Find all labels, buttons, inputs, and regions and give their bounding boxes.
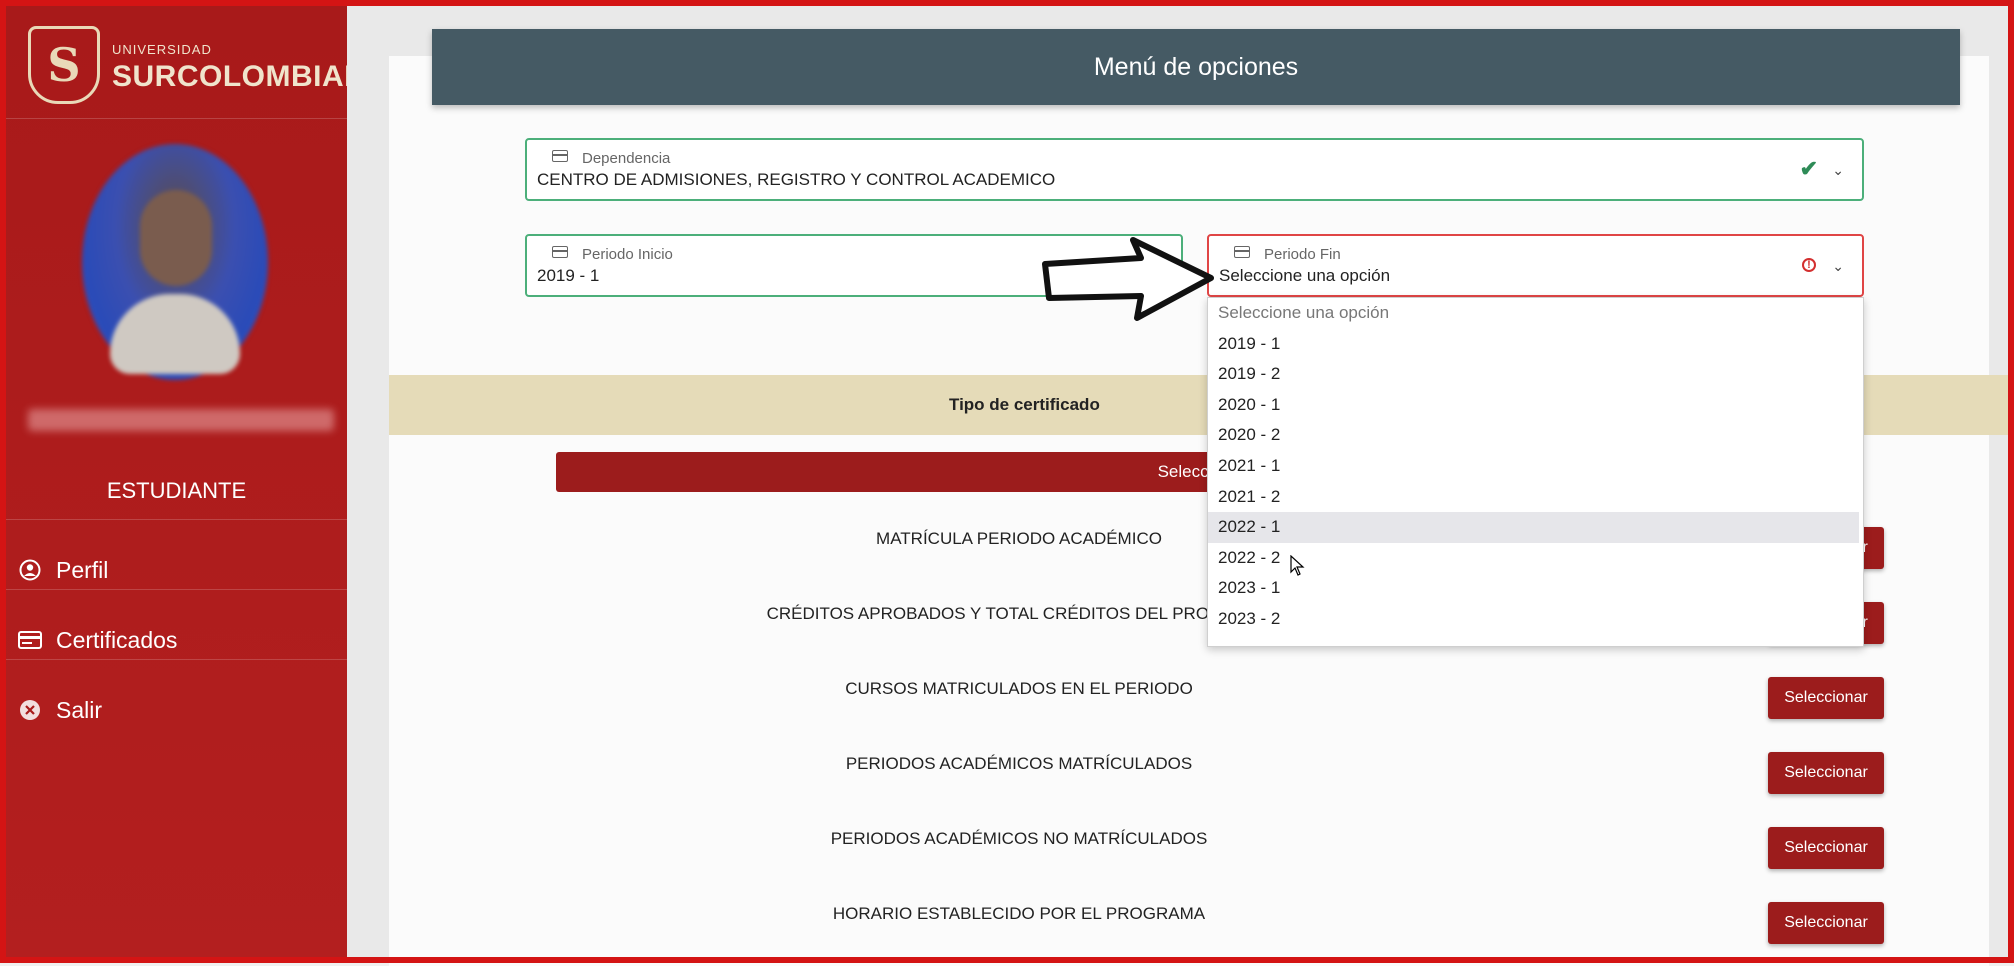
dependencia-select[interactable]: Dependencia CENTRO DE ADMISIONES, REGIST… (525, 138, 1864, 201)
dropdown-option[interactable]: Seleccione una opción (1208, 298, 1863, 329)
field-label: Periodo Inicio (582, 246, 673, 263)
card-icon (1234, 246, 1250, 258)
dropdown-option[interactable]: 2022 - 2 (1208, 543, 1863, 574)
chevron-down-icon: ⌄ (1832, 162, 1844, 178)
annotation-arrow-icon (1042, 237, 1214, 321)
user-circle-icon (18, 558, 42, 582)
divider (6, 659, 347, 660)
nav-item-certificados[interactable]: Certificados (6, 606, 347, 674)
page-header: Menú de opciones (432, 29, 1960, 105)
dropdown-option[interactable]: 2023 - 2 (1208, 604, 1863, 635)
user-role: ESTUDIANTE (106, 478, 247, 503)
nav-item-salir[interactable]: Salir (6, 676, 347, 744)
certificate-name: HORARIO ESTABLECIDO POR EL PROGRAMA (832, 904, 1206, 923)
dropdown-option[interactable]: 2023 - 1 (1208, 573, 1863, 604)
field-label: Periodo Fin (1264, 246, 1341, 263)
university-logo: S UNIVERSIDAD SURCOLOMBIANA (20, 20, 388, 110)
dropdown-option[interactable]: 2019 - 1 (1208, 329, 1863, 360)
dropdown-option[interactable]: 2022 - 1 (1208, 512, 1859, 543)
select-button[interactable]: Seleccionar (1768, 677, 1884, 719)
dropdown-option[interactable]: 2020 - 2 (1208, 420, 1863, 451)
periodo-fin-select[interactable]: Periodo Fin Seleccione una opción ! ⌄ (1207, 234, 1864, 297)
error-icon: ! (1802, 258, 1816, 272)
sidebar: S UNIVERSIDAD SURCOLOMBIANA ESTUDIANTE P… (6, 6, 388, 957)
certificate-name: PERIODOS ACADÉMICOS NO MATRÍCULADOS (830, 829, 1208, 848)
close-circle-icon (18, 698, 42, 722)
field-value: 2019 - 1 (537, 266, 600, 285)
shield-icon: S (28, 26, 100, 104)
periodo-fin-dropdown: Seleccione una opción 2019 - 1 2019 - 2 … (1207, 297, 1864, 647)
dropdown-option[interactable]: 2021 - 2 (1208, 482, 1863, 513)
certificate-name: PERIODOS ACADÉMICOS MATRÍCULADOS (845, 754, 1193, 773)
card-icon (18, 628, 42, 652)
tipo-certificado-label: Tipo de certificado (949, 395, 1100, 414)
user-name-blurred (28, 409, 334, 431)
select-button[interactable]: Seleccionar (1768, 902, 1884, 944)
field-label: Dependencia (582, 150, 671, 167)
nav-label: Perfil (56, 556, 109, 583)
certificate-name: CURSOS MATRICULADOS EN EL PERIODO (845, 679, 1193, 698)
field-value: Seleccione una opción (1219, 266, 1391, 285)
dropdown-option[interactable]: 2019 - 2 (1208, 359, 1863, 390)
card-icon (552, 150, 568, 162)
mouse-cursor-icon (1290, 555, 1305, 576)
divider (6, 118, 347, 119)
select-button[interactable]: Seleccionar (1768, 827, 1884, 869)
nav-label: Salir (56, 696, 103, 723)
field-value: CENTRO DE ADMISIONES, REGISTRO Y CONTROL… (537, 170, 1056, 189)
chevron-down-icon: ⌄ (1832, 258, 1844, 274)
logo-small-text: UNIVERSIDAD (112, 42, 212, 57)
page-title: Menú de opciones (1093, 52, 1299, 81)
card-icon (552, 246, 568, 258)
select-button[interactable]: Seleccionar (1768, 752, 1884, 794)
nav-item-perfil[interactable]: Perfil (6, 536, 347, 604)
dropdown-option[interactable]: 2021 - 1 (1208, 451, 1863, 482)
dropdown-option[interactable]: 2020 - 1 (1208, 390, 1863, 421)
divider (6, 519, 347, 520)
check-icon: ✔ (1799, 156, 1818, 181)
divider (6, 589, 347, 590)
nav-label: Certificados (56, 626, 178, 653)
avatar (82, 144, 268, 380)
